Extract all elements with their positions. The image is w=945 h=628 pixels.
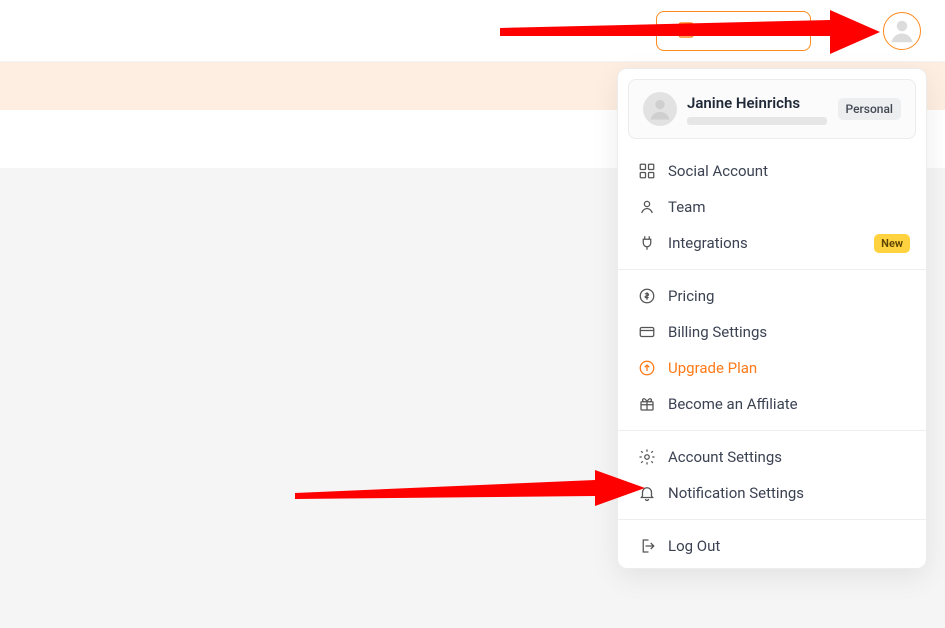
menu-item-notification-settings[interactable]: Notification Settings (618, 475, 926, 511)
gear-icon (638, 448, 656, 466)
dollar-icon (638, 287, 656, 305)
menu-group-workspace: Social Account Team Integrations New (618, 149, 926, 265)
user-email-redacted (687, 117, 827, 125)
gift-icon (638, 395, 656, 413)
menu-item-team[interactable]: Team (618, 189, 926, 225)
user-card[interactable]: Janine Heinrichs Personal (628, 79, 916, 139)
user-name: Janine Heinrichs (687, 94, 828, 112)
menu-label: Social Account (668, 162, 768, 180)
menu-group-settings: Account Settings Notification Settings (618, 435, 926, 515)
menu-item-affiliate[interactable]: Become an Affiliate (618, 386, 926, 422)
upgrade-icon-row (679, 21, 789, 41)
card-icon (638, 323, 656, 341)
divider (618, 269, 926, 270)
person-icon (638, 198, 656, 216)
bell-icon (638, 484, 656, 502)
menu-label: Account Settings (668, 448, 782, 466)
menu-item-account-settings[interactable]: Account Settings (618, 439, 926, 475)
menu-item-social-account[interactable]: Social Account (618, 153, 926, 189)
menu-label: Log Out (668, 537, 720, 555)
logout-icon (638, 537, 656, 555)
menu-item-upgrade-plan[interactable]: Upgrade Plan (618, 350, 926, 386)
menu-label: Pricing (668, 287, 714, 305)
menu-group-logout: Log Out (618, 524, 926, 568)
menu-item-logout[interactable]: Log Out (618, 528, 926, 564)
plan-badge: Personal (838, 98, 901, 120)
divider (618, 430, 926, 431)
sparkle-icon[interactable] (835, 19, 859, 43)
avatar-button[interactable] (883, 12, 921, 50)
upgrade-icon (638, 359, 656, 377)
menu-label: Upgrade Plan (668, 359, 757, 377)
divider (618, 519, 926, 520)
new-badge: New (874, 234, 910, 253)
menu-label: Team (668, 198, 706, 216)
plug-icon (638, 234, 656, 252)
menu-item-pricing[interactable]: Pricing (618, 278, 926, 314)
grid-icon (638, 162, 656, 180)
upgrade-button[interactable] (656, 11, 811, 51)
topbar (0, 0, 945, 62)
menu-item-billing-settings[interactable]: Billing Settings (618, 314, 926, 350)
menu-label: Billing Settings (668, 323, 767, 341)
menu-label: Integrations (668, 234, 748, 252)
menu-label: Become an Affiliate (668, 395, 798, 413)
menu-item-integrations[interactable]: Integrations New (618, 225, 926, 261)
avatar-icon (887, 16, 917, 46)
menu-label: Notification Settings (668, 484, 804, 502)
user-avatar-icon (643, 92, 677, 126)
profile-dropdown: Janine Heinrichs Personal Social Account… (617, 68, 927, 569)
menu-group-billing: Pricing Billing Settings Upgrade Plan Be… (618, 274, 926, 426)
